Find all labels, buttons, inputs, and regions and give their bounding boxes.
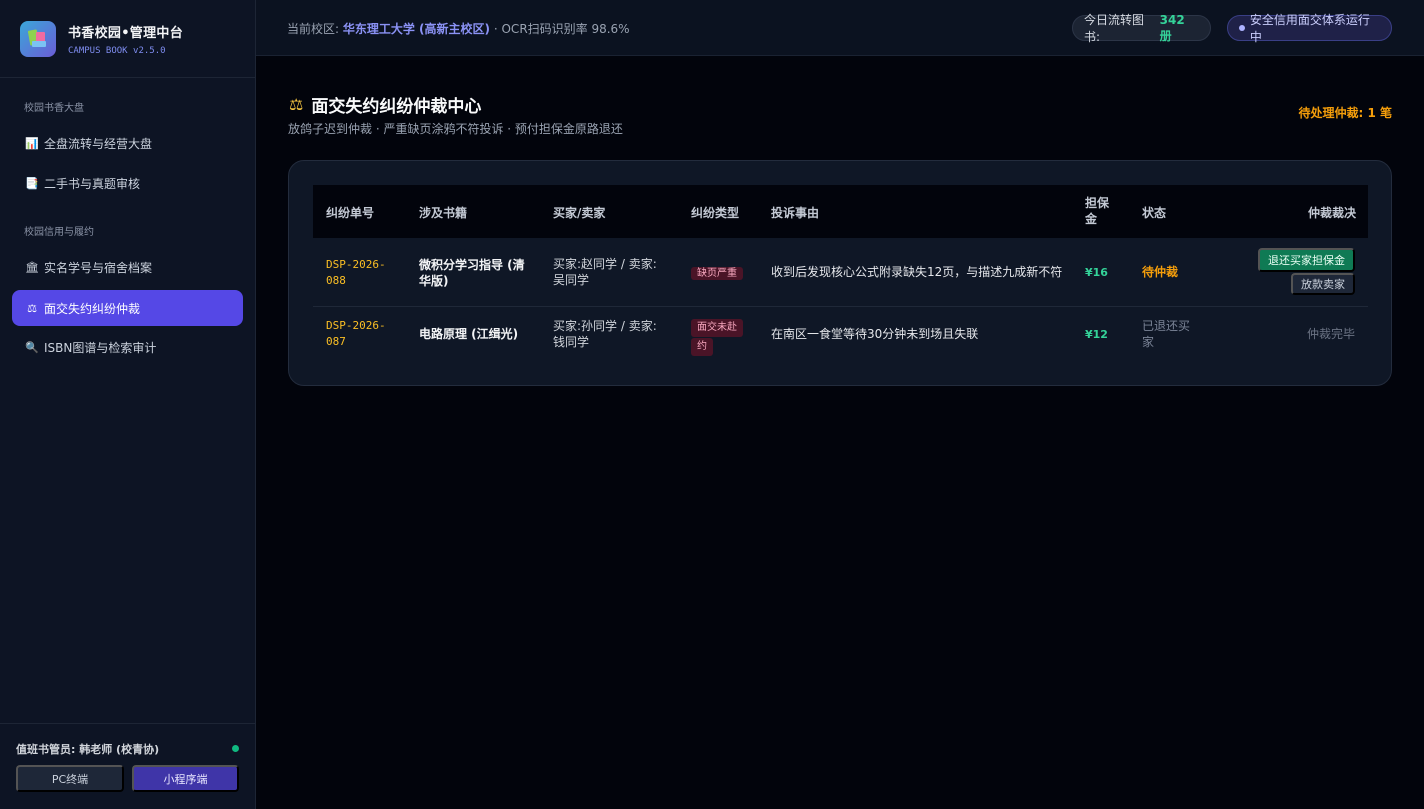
books-logo-icon (20, 20, 56, 57)
daily-books-value: 342 册 (1159, 12, 1185, 43)
sidebar-item-book-review[interactable]: 📑 二手书与真题审核 (12, 165, 243, 201)
sidebar-item-label: 全盘流转与经营大盘 (44, 136, 153, 151)
scales-icon: ⚖ (27, 301, 37, 315)
daily-books-label: 今日流转图书: (1084, 13, 1145, 44)
brand: 书香校园•管理中台 CAMPUS BOOK v2.5.0 (0, 0, 255, 78)
page-title: ⚖ 面交失约纠纷仲裁中心 (289, 92, 481, 117)
campus-prefix: 当前校区: (287, 22, 340, 36)
system-status-badge: 安全信用面交体系运行中 (1227, 13, 1392, 44)
release-to-seller-button[interactable]: 放款卖家 (1291, 273, 1355, 295)
brand-version: CAMPUS BOOK v2.5.0 (68, 45, 166, 56)
sidebar-item-dashboard[interactable]: 📊 全盘流转与经营大盘 (12, 125, 243, 161)
magnifier-icon: 🔍 (25, 340, 39, 354)
sidebar-item-isbn-audit[interactable]: 🔍 ISBN图谱与检索审计 (12, 329, 243, 365)
deposit-amount: ¥12 (1085, 328, 1108, 341)
complaint-reason: 收到后发现核心公式附录缺失12页，与描述九成新不符 (771, 265, 1063, 279)
party-line: 买家:赵同学 / 卖家: (553, 257, 657, 271)
sidebar-item-label: 实名学号与宿舍档案 (44, 260, 153, 275)
col-header-status: 状态 (1142, 206, 1167, 220)
party-line: 买家:孙同学 / 卖家: (553, 319, 657, 333)
dispute-id-line: 087 (326, 335, 346, 348)
sidebar-item-label: 面交失约纠纷仲裁 (44, 301, 141, 316)
dispute-table-card: 纠纷单号 涉及书籍 买家/卖家 纠纷类型 投诉事由 担保金 状态 仲裁裁决 DS… (288, 160, 1392, 386)
online-status-dot-icon (232, 745, 239, 752)
col-header-parties: 买家/卖家 (553, 206, 606, 220)
buyer-seller: 买家:赵同学 / 卖家: 吴同学 (553, 256, 657, 288)
dispute-type-line: 约 (697, 341, 707, 352)
sidebar: 书香校园•管理中台 CAMPUS BOOK v2.5.0 校园书香大盘 📊 全盘… (0, 0, 256, 809)
book-title: 电路原理 (江缉光) (419, 327, 519, 341)
campus-name[interactable]: 华东理工大学 (高新主校区) (343, 22, 490, 36)
page-title-text: 面交失约纠纷仲裁中心 (311, 97, 482, 117)
col-header-deposit: 担保金 (1085, 196, 1110, 226)
dispute-id-line: 088 (326, 274, 346, 287)
status-badge: 已退还买 家 (1142, 318, 1190, 350)
status-line: 家 (1142, 335, 1155, 349)
deposit-amount: ¥16 (1085, 266, 1108, 279)
sidebar-footer: 值班书管员: 韩老师 (校青协) PC终端 小程序端 (0, 723, 256, 809)
col-header-action: 仲裁裁决 (1307, 206, 1356, 220)
complaint-reason: 在南区一食堂等待30分钟未到场且失联 (771, 327, 979, 341)
status-dot-icon (1239, 25, 1245, 31)
mini-program-button[interactable]: 小程序端 (132, 765, 239, 792)
daily-books-badge: 今日流转图书: 342 册 (1072, 12, 1211, 44)
dispute-id-line: DSP-2026- (326, 319, 386, 332)
dispute-id[interactable]: DSP-2026- 087 (326, 318, 386, 350)
dispute-type-line: 面交未赴 (697, 322, 737, 333)
col-header-reason: 投诉事由 (771, 206, 820, 220)
sidebar-item-dispute-arbitration[interactable]: ⚖ 面交失约纠纷仲裁 (12, 290, 243, 326)
ocr-rate: · OCR扫码识别率 98.6% (493, 22, 630, 36)
book-title: 微积分学习指导 (清 华版) (419, 257, 531, 289)
topbar: 当前校区: 华东理工大学 (高新主校区) · OCR扫码识别率 98.6% 今日… (256, 0, 1424, 56)
refund-buyer-button[interactable]: 退还买家担保金 (1258, 248, 1355, 272)
page-subtitle: 放鸽子迟到仲裁 · 严重缺页涂鸦不符投诉 · 预付担保金原路退还 (288, 122, 623, 136)
sidebar-item-label: 二手书与真题审核 (44, 176, 141, 191)
pc-terminal-button[interactable]: PC终端 (16, 765, 124, 792)
dispute-id[interactable]: DSP-2026- 088 (326, 257, 386, 289)
book-title-line: 华版) (419, 274, 449, 288)
dispute-type-tag: 缺页严重 (691, 267, 743, 280)
arbitration-done-text: 仲裁完毕 (1306, 327, 1355, 341)
status-line: 已退还买 (1142, 319, 1191, 333)
col-header-book: 涉及书籍 (419, 206, 468, 220)
sidebar-item-label: ISBN图谱与检索审计 (44, 340, 157, 355)
scales-icon: ⚖ (289, 95, 304, 114)
dispute-type-tag: 面交未赴 (691, 319, 743, 337)
buyer-seller: 买家:孙同学 / 卖家: 钱同学 (553, 318, 657, 350)
chart-icon: 📊 (25, 136, 39, 150)
party-line: 钱同学 (553, 335, 590, 349)
section-label-dashboard: 校园书香大盘 (24, 103, 84, 114)
dispute-type: 面交未赴 约 (691, 318, 743, 356)
book-icon: 📑 (25, 176, 39, 190)
party-line: 吴同学 (553, 273, 590, 287)
brand-title: 书香校园•管理中台 (68, 25, 184, 41)
table-header: 纠纷单号 涉及书籍 买家/卖家 纠纷类型 投诉事由 担保金 状态 仲裁裁决 (313, 185, 1368, 238)
book-title-line: 微积分学习指导 (清 (419, 258, 525, 272)
campus-info: 当前校区: 华东理工大学 (高新主校区) · OCR扫码识别率 98.6% (287, 20, 630, 37)
dispute-type-tag: 约 (691, 338, 713, 356)
section-label-credit: 校园信用与履约 (24, 227, 94, 238)
col-header-type: 纠纷类型 (691, 206, 740, 220)
col-header-id: 纠纷单号 (326, 206, 375, 220)
operator-name: 值班书管员: 韩老师 (校青协) (16, 743, 160, 756)
row-divider (313, 306, 1368, 307)
bank-icon: 🏛 (25, 260, 39, 274)
status-badge: 待仲裁 (1142, 265, 1179, 279)
dispute-id-line: DSP-2026- (326, 258, 386, 271)
system-status-text: 安全信用面交体系运行中 (1249, 13, 1370, 44)
sidebar-item-student-records[interactable]: 🏛 实名学号与宿舍档案 (12, 249, 243, 285)
pending-count: 待处理仲裁: 1 笔 (1298, 106, 1392, 120)
dispute-type: 缺页严重 (691, 264, 743, 282)
